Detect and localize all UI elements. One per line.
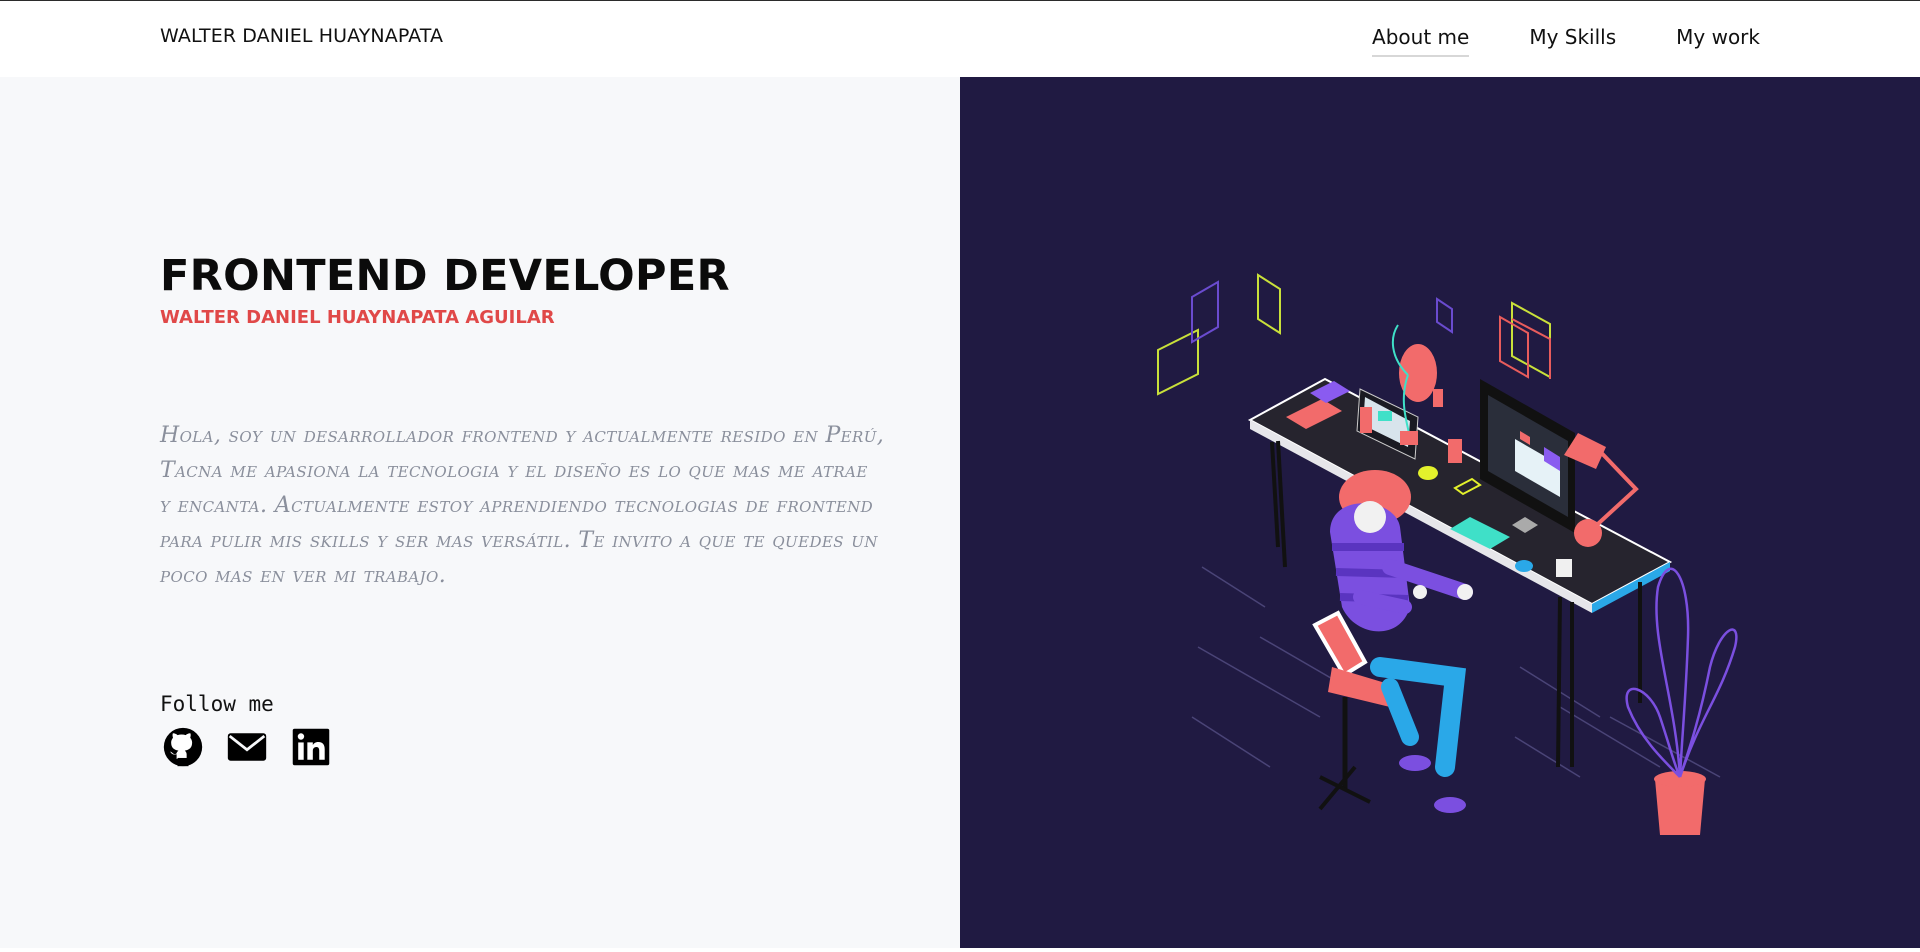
developer-desk-illustration [1157,273,1738,835]
brand-name[interactable]: WALTER DANIEL HUAYNAPATA [160,25,443,47]
linkedin-icon [292,728,330,766]
nav-about-me[interactable]: About me [1372,25,1470,57]
email-link[interactable] [224,726,270,768]
nav-my-work[interactable]: My work [1676,25,1760,57]
follow-label: Follow me [160,692,274,716]
social-links [160,726,334,768]
full-name: WALTER DANIEL HUAYNAPATA AGUILAR [160,307,555,328]
bio-text: Hola, soy un desarrollador frontend y ac… [160,423,885,588]
main-nav: About me My Skills My work [1372,25,1760,57]
mail-icon [227,733,267,761]
github-link[interactable] [160,726,206,768]
nav-my-skills[interactable]: My Skills [1529,25,1616,57]
page-title: FRONTEND DEVELOPER [160,251,730,301]
site-header: WALTER DANIEL HUAYNAPATA About me My Ski… [0,1,1920,77]
illustration-panel [960,77,1920,948]
linkedin-link[interactable] [288,726,334,768]
github-icon [163,727,203,767]
